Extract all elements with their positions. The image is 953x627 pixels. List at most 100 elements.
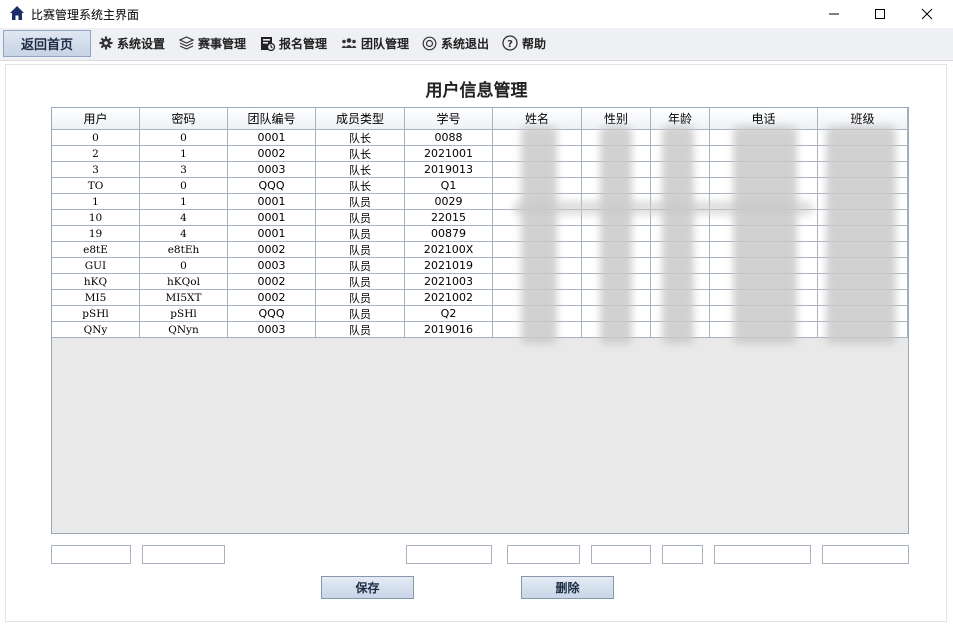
table-cell: 队员 — [316, 322, 405, 338]
menu-event-management[interactable]: 赛事管理 — [179, 34, 246, 52]
svg-text:?: ? — [507, 39, 513, 50]
table-cell: 2019013 — [405, 162, 493, 178]
table-cell: 1 — [140, 194, 228, 210]
column-header[interactable]: 用户 — [52, 108, 140, 130]
table-cell: 0001 — [228, 130, 316, 146]
home-app-icon — [10, 6, 24, 20]
table-cell: 3 — [52, 162, 140, 178]
minimize-button[interactable] — [811, 0, 857, 28]
table-cell: 队长 — [316, 146, 405, 162]
redaction-blur — [521, 126, 557, 344]
table-cell: 队长 — [316, 162, 405, 178]
column-header[interactable]: 学号 — [405, 108, 493, 130]
title-bar: 比赛管理系统主界面 — [0, 0, 953, 28]
layers-icon — [179, 36, 194, 50]
redaction-blur — [662, 126, 694, 344]
table-cell: 队员 — [316, 210, 405, 226]
table-cell: MI5XT — [140, 290, 228, 306]
table-cell: 4 — [140, 210, 228, 226]
table-cell: 0003 — [228, 258, 316, 274]
close-icon — [921, 8, 933, 20]
page-title: 用户信息管理 — [425, 81, 528, 101]
table-cell: 队员 — [316, 306, 405, 322]
table-cell: 2 — [52, 146, 140, 162]
menu-help-label: 帮助 — [522, 36, 547, 51]
power-icon — [422, 36, 437, 50]
table-cell: e8tEh — [140, 242, 228, 258]
table-cell: QNy — [52, 322, 140, 338]
table-cell: 队员 — [316, 274, 405, 290]
table-cell: 19 — [52, 226, 140, 242]
table-cell: pSHl — [52, 306, 140, 322]
team-icon — [341, 38, 357, 48]
table-cell: QQQ — [228, 306, 316, 322]
menu-bar: 返回首页 系统设置 赛事管理 报名管理 团队管理 系统退出 ? 帮助 — [0, 28, 953, 61]
table-cell: 1 — [140, 146, 228, 162]
table-cell: Q2 — [405, 306, 493, 322]
column-header[interactable]: 成员类型 — [316, 108, 405, 130]
menu-help[interactable]: ? 帮助 — [502, 34, 546, 52]
phone-input[interactable] — [714, 545, 811, 564]
table-cell: 2019016 — [405, 322, 493, 338]
column-header[interactable]: 团队编号 — [228, 108, 316, 130]
menu-registration-management-label: 报名管理 — [279, 36, 328, 51]
table-cell: 0002 — [228, 146, 316, 162]
table-cell: 0 — [140, 178, 228, 194]
table-cell: 0 — [52, 130, 140, 146]
redaction-blur — [513, 201, 813, 215]
registration-icon — [261, 36, 275, 51]
delete-button[interactable]: 删除 — [521, 576, 614, 599]
table-cell: 队员 — [316, 290, 405, 306]
table-cell: Q1 — [405, 178, 493, 194]
table-cell: 0 — [140, 130, 228, 146]
user-input[interactable] — [51, 545, 131, 564]
table-cell: 队员 — [316, 194, 405, 210]
menu-registration-management[interactable]: 报名管理 — [260, 34, 327, 52]
table-cell: 0002 — [228, 242, 316, 258]
redaction-blur — [600, 126, 632, 344]
table-cell: 队员 — [316, 258, 405, 274]
table-cell: 3 — [140, 162, 228, 178]
redaction-blur — [733, 126, 797, 344]
menu-team-management[interactable]: 团队管理 — [341, 34, 409, 52]
student-id-input[interactable] — [406, 545, 492, 564]
table-cell: hKQ — [52, 274, 140, 290]
column-header[interactable]: 密码 — [140, 108, 228, 130]
table-cell: GUI — [52, 258, 140, 274]
maximize-button[interactable] — [857, 0, 903, 28]
table-cell: 4 — [140, 226, 228, 242]
age-input[interactable] — [662, 545, 703, 564]
gear-icon — [99, 36, 113, 50]
menu-system-exit[interactable]: 系统退出 — [422, 34, 489, 52]
redaction-blur — [826, 126, 896, 344]
menu-system-exit-label: 系统退出 — [441, 36, 490, 51]
table-cell: 0001 — [228, 210, 316, 226]
table-cell: 2021003 — [405, 274, 493, 290]
password-input[interactable] — [142, 545, 225, 564]
table-cell: 22015 — [405, 210, 493, 226]
table-cell: 10 — [52, 210, 140, 226]
minimize-icon — [829, 13, 839, 15]
table-cell: 队长 — [316, 130, 405, 146]
table-cell: 队长 — [316, 178, 405, 194]
table-cell: 202100X — [405, 242, 493, 258]
gender-input[interactable] — [591, 545, 651, 564]
save-button[interactable]: 保存 — [321, 576, 414, 599]
table-cell: 0 — [140, 258, 228, 274]
table-cell: 0002 — [228, 290, 316, 306]
table-cell: 0003 — [228, 322, 316, 338]
table-cell: 2021001 — [405, 146, 493, 162]
close-button[interactable] — [904, 0, 950, 28]
name-input[interactable] — [507, 545, 580, 564]
table-cell: 0001 — [228, 226, 316, 242]
table-cell: QQQ — [228, 178, 316, 194]
home-button[interactable]: 返回首页 — [3, 30, 91, 57]
table-cell: hKQol — [140, 274, 228, 290]
menu-system-settings[interactable]: 系统设置 — [99, 34, 165, 52]
table-cell: 0003 — [228, 162, 316, 178]
class-input[interactable] — [822, 545, 909, 564]
table-cell: 0001 — [228, 194, 316, 210]
table-cell: 00879 — [405, 226, 493, 242]
table-cell: 1 — [52, 194, 140, 210]
table-cell: pSHl — [140, 306, 228, 322]
